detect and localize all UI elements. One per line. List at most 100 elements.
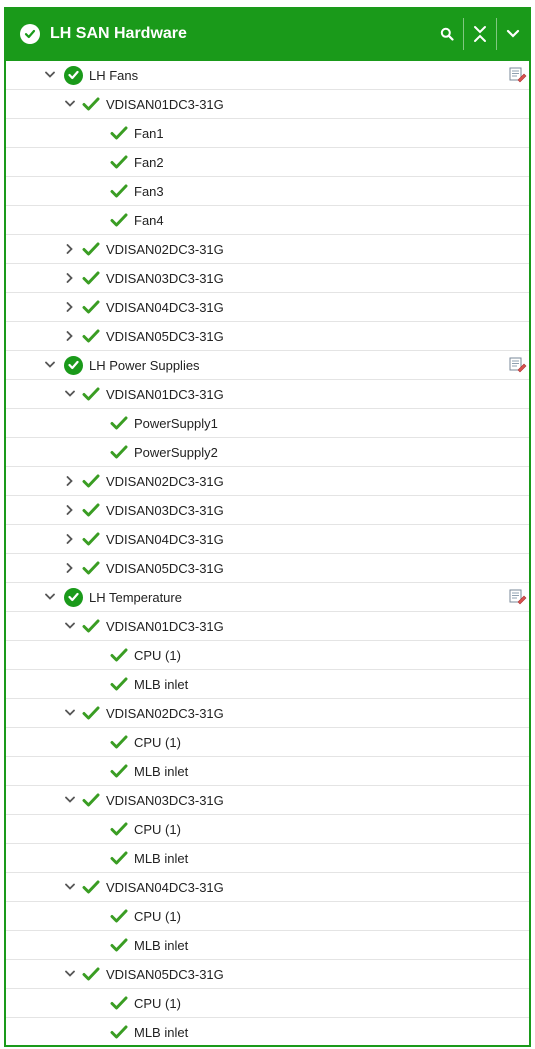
tree-group-row[interactable]: LH Fans	[6, 61, 529, 90]
tree-leaf-row[interactable]: CPU (1)	[6, 989, 529, 1018]
tree-node-row[interactable]: VDISAN02DC3-31G	[6, 235, 529, 264]
chevron-down-icon[interactable]	[64, 707, 76, 719]
tree-node-row[interactable]: VDISAN01DC3-31G	[6, 612, 529, 641]
tree-node-row[interactable]: VDISAN04DC3-31G	[6, 873, 529, 902]
tree-node-row[interactable]: VDISAN02DC3-31G	[6, 699, 529, 728]
chevron-down-icon[interactable]	[64, 98, 76, 110]
node-label[interactable]: VDISAN03DC3-31G	[106, 271, 224, 286]
tree-node-row[interactable]: VDISAN05DC3-31G	[6, 322, 529, 351]
tree-leaf-row[interactable]: Fan3	[6, 177, 529, 206]
leaf-label[interactable]: CPU (1)	[134, 909, 181, 924]
tree-leaf-row[interactable]: MLB inlet	[6, 757, 529, 786]
search-button[interactable]	[431, 7, 463, 61]
tree-group-row[interactable]: LH Power Supplies	[6, 351, 529, 380]
leaf-label[interactable]: CPU (1)	[134, 735, 181, 750]
tree-leaf-row[interactable]: Fan2	[6, 148, 529, 177]
chevron-down-icon[interactable]	[64, 794, 76, 806]
leaf-label[interactable]: CPU (1)	[134, 996, 181, 1011]
edit-icon[interactable]	[509, 589, 527, 605]
search-icon	[440, 27, 454, 41]
leaf-label[interactable]: Fan3	[134, 184, 164, 199]
chevron-right-icon[interactable]	[64, 272, 76, 284]
tree-node-row[interactable]: VDISAN03DC3-31G	[6, 786, 529, 815]
edit-icon[interactable]	[509, 67, 527, 83]
chevron-right-icon[interactable]	[64, 330, 76, 342]
tree-node-row[interactable]: VDISAN01DC3-31G	[6, 380, 529, 409]
tree-leaf-row[interactable]: CPU (1)	[6, 728, 529, 757]
node-label[interactable]: VDISAN02DC3-31G	[106, 242, 224, 257]
node-label[interactable]: VDISAN02DC3-31G	[106, 474, 224, 489]
tree-node-row[interactable]: VDISAN03DC3-31G	[6, 496, 529, 525]
chevron-right-icon[interactable]	[64, 533, 76, 545]
leaf-label[interactable]: MLB inlet	[134, 1025, 188, 1040]
leaf-label[interactable]: Fan1	[134, 126, 164, 141]
node-label[interactable]: VDISAN05DC3-31G	[106, 329, 224, 344]
tree-node-row[interactable]: VDISAN04DC3-31G	[6, 525, 529, 554]
chevron-right-icon[interactable]	[64, 504, 76, 516]
chevron-right-icon[interactable]	[64, 301, 76, 313]
edit-icon[interactable]	[509, 357, 527, 373]
leaf-label[interactable]: MLB inlet	[134, 938, 188, 953]
chevron-right-icon[interactable]	[64, 562, 76, 574]
chevron-right-icon[interactable]	[64, 475, 76, 487]
chevron-down-icon[interactable]	[44, 69, 56, 81]
tree-node-row[interactable]: VDISAN01DC3-31G	[6, 90, 529, 119]
check-icon	[110, 996, 128, 1010]
leaf-label[interactable]: MLB inlet	[134, 851, 188, 866]
group-label[interactable]: LH Power Supplies	[89, 358, 200, 373]
tree-leaf-row[interactable]: Fan1	[6, 119, 529, 148]
tree-leaf-row[interactable]: MLB inlet	[6, 931, 529, 960]
tree-node-row[interactable]: VDISAN03DC3-31G	[6, 264, 529, 293]
node-label[interactable]: VDISAN01DC3-31G	[106, 97, 224, 112]
leaf-label[interactable]: CPU (1)	[134, 822, 181, 837]
chevron-down-icon[interactable]	[64, 881, 76, 893]
node-label[interactable]: VDISAN05DC3-31G	[106, 561, 224, 576]
chevron-down-icon[interactable]	[64, 620, 76, 632]
tree-leaf-row[interactable]: CPU (1)	[6, 641, 529, 670]
group-label[interactable]: LH Fans	[89, 68, 138, 83]
tree-leaf-row[interactable]: MLB inlet	[6, 670, 529, 699]
leaf-label[interactable]: PowerSupply1	[134, 416, 218, 431]
node-label[interactable]: VDISAN05DC3-31G	[106, 967, 224, 982]
tree-leaf-row[interactable]: CPU (1)	[6, 902, 529, 931]
check-icon	[110, 1025, 128, 1039]
leaf-label[interactable]: MLB inlet	[134, 677, 188, 692]
node-label[interactable]: VDISAN04DC3-31G	[106, 532, 224, 547]
group-label[interactable]: LH Temperature	[89, 590, 182, 605]
leaf-label[interactable]: MLB inlet	[134, 764, 188, 779]
node-label[interactable]: VDISAN01DC3-31G	[106, 387, 224, 402]
panel-menu-button[interactable]	[497, 7, 529, 61]
tree-leaf-row[interactable]: PowerSupply1	[6, 409, 529, 438]
tree-node-row[interactable]: VDISAN05DC3-31G	[6, 554, 529, 583]
chevron-down-icon[interactable]	[64, 968, 76, 980]
tree-node-row[interactable]: VDISAN05DC3-31G	[6, 960, 529, 989]
check-icon	[110, 851, 128, 865]
chevron-down-icon[interactable]	[64, 388, 76, 400]
tree-leaf-row[interactable]: MLB inlet	[6, 1018, 529, 1045]
leaf-label[interactable]: CPU (1)	[134, 648, 181, 663]
node-label[interactable]: VDISAN03DC3-31G	[106, 503, 224, 518]
check-icon	[110, 126, 128, 140]
tree-node-row[interactable]: VDISAN04DC3-31G	[6, 293, 529, 322]
chevron-right-icon[interactable]	[64, 243, 76, 255]
node-label[interactable]: VDISAN04DC3-31G	[106, 880, 224, 895]
resource-panel: LH SAN Hardware LH Fans VDISAN01DC3-31G Fa…	[4, 7, 531, 1047]
leaf-label[interactable]: Fan4	[134, 213, 164, 228]
node-label[interactable]: VDISAN03DC3-31G	[106, 793, 224, 808]
leaf-label[interactable]: PowerSupply2	[134, 445, 218, 460]
node-label[interactable]: VDISAN02DC3-31G	[106, 706, 224, 721]
chevron-down-icon[interactable]	[44, 359, 56, 371]
check-icon	[110, 764, 128, 778]
leaf-label[interactable]: Fan2	[134, 155, 164, 170]
tree-leaf-row[interactable]: Fan4	[6, 206, 529, 235]
tree-leaf-row[interactable]: MLB inlet	[6, 844, 529, 873]
tree-group-row[interactable]: LH Temperature	[6, 583, 529, 612]
tree-leaf-row[interactable]: CPU (1)	[6, 815, 529, 844]
check-icon	[110, 938, 128, 952]
tree-leaf-row[interactable]: PowerSupply2	[6, 438, 529, 467]
tree-node-row[interactable]: VDISAN02DC3-31G	[6, 467, 529, 496]
chevron-down-icon[interactable]	[44, 591, 56, 603]
node-label[interactable]: VDISAN01DC3-31G	[106, 619, 224, 634]
node-label[interactable]: VDISAN04DC3-31G	[106, 300, 224, 315]
collapse-all-button[interactable]	[464, 7, 496, 61]
